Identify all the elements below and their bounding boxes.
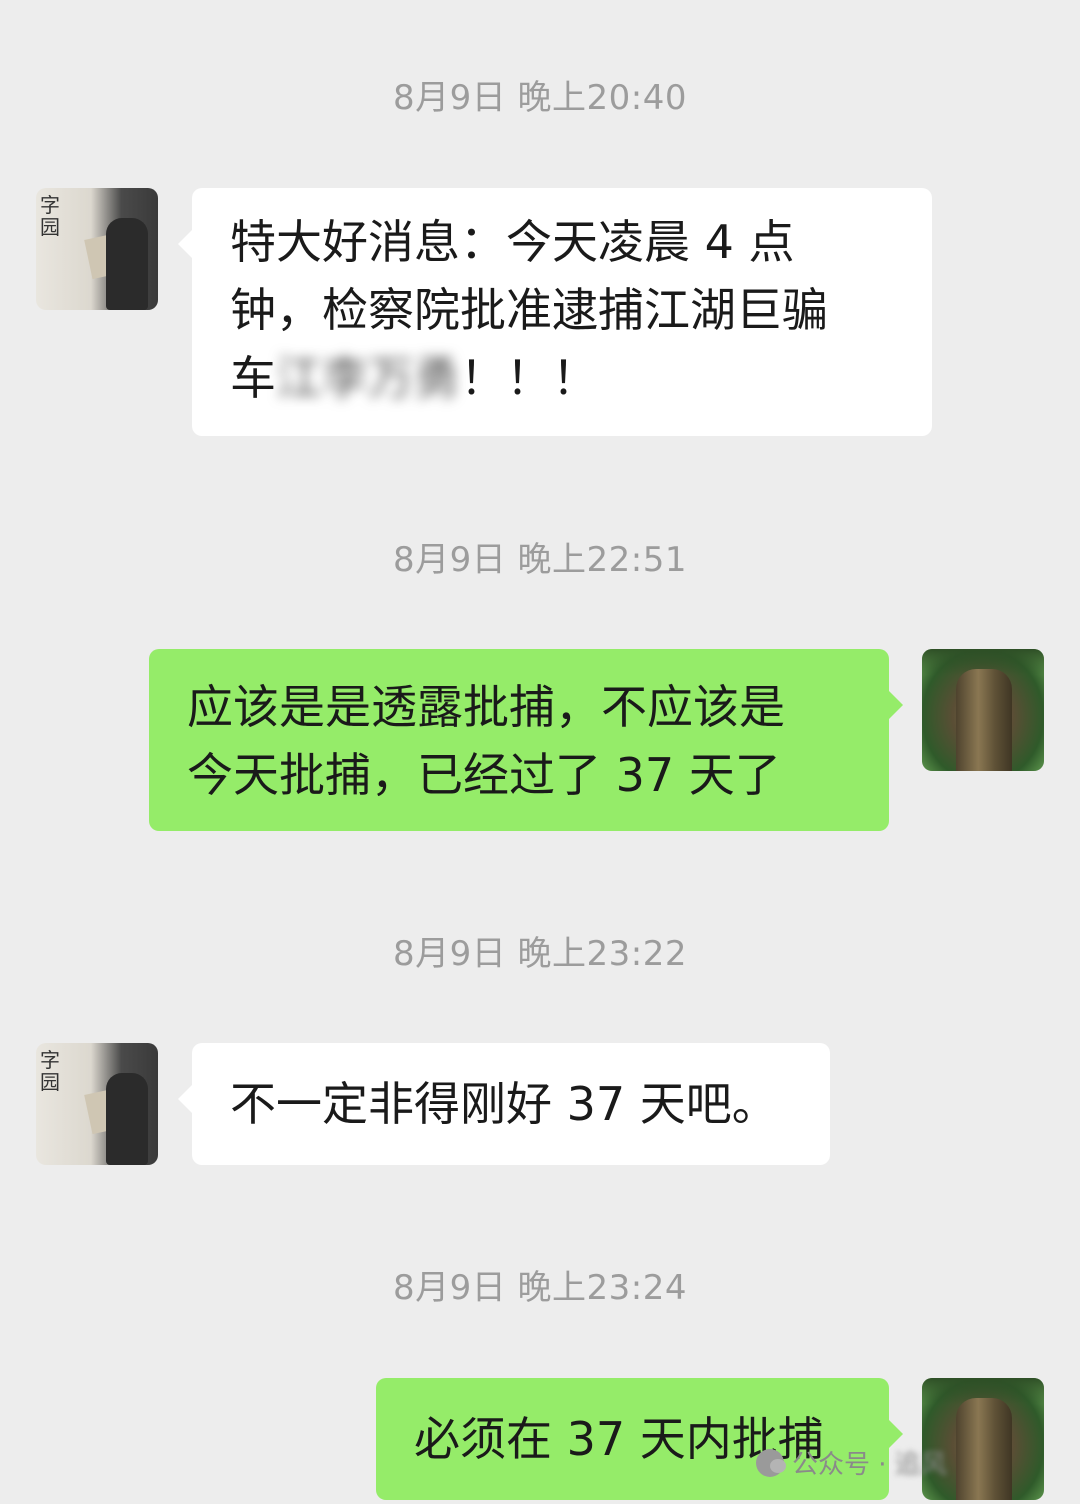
message-text-line: 车江李万勇！！！: [230, 344, 896, 412]
message-text-line: 特大好消息：今天凌晨 4 点: [230, 215, 795, 269]
tree-icon: [956, 669, 1012, 771]
message-text-line: 钟，检察院批准逮捕江湖巨骗: [230, 283, 828, 337]
calligraphy-icon: 字园: [40, 1048, 60, 1094]
contact-avatar[interactable]: 字园: [36, 188, 158, 310]
message-text-line: 不一定非得刚好 37 天吧。: [230, 1077, 778, 1131]
message-bubble-outgoing[interactable]: 应该是是透露批捕，不应该是 今天批捕，已经过了 37 天了: [149, 649, 903, 831]
message-bubble-incoming[interactable]: 特大好消息：今天凌晨 4 点 钟，检察院批准逮捕江湖巨骗 车江李万勇！！！: [178, 188, 932, 436]
wechat-official-account-icon: [756, 1448, 786, 1477]
message-text-line: 今天批捕，已经过了 37 天了: [187, 748, 781, 802]
tree-icon: [956, 1398, 1012, 1500]
redacted-name: 江李万勇: [276, 351, 460, 405]
calligraphy-icon: 字园: [40, 193, 60, 239]
my-avatar[interactable]: [922, 649, 1044, 771]
message-text-prefix: 车: [230, 351, 276, 405]
timestamp: 8月9日 晚上23:24: [392, 1268, 688, 1308]
message-text-suffix: ！！！: [460, 351, 598, 405]
message-bubble-outgoing[interactable]: 必须在 37 天内批捕: [376, 1378, 903, 1500]
watermark-text: 公众号 ·: [792, 1450, 887, 1480]
message-text-line: 应该是是透露批捕，不应该是: [187, 680, 785, 734]
timestamp: 8月9日 晚上23:22: [392, 934, 688, 974]
chat-view: 8月9日 晚上20:40 字园 特大好消息：今天凌晨 4 点 钟，检察院批准逮捕…: [0, 0, 1080, 1504]
watermark-redacted: 追风: [894, 1450, 947, 1480]
contact-avatar[interactable]: 字园: [36, 1043, 158, 1165]
watermark: 公众号 · 追风: [756, 1444, 947, 1481]
timestamp: 8月9日 晚上20:40: [392, 78, 688, 118]
my-avatar[interactable]: [922, 1378, 1044, 1500]
message-bubble-incoming[interactable]: 不一定非得刚好 37 天吧。: [178, 1043, 830, 1165]
timestamp: 8月9日 晚上22:51: [392, 540, 688, 580]
